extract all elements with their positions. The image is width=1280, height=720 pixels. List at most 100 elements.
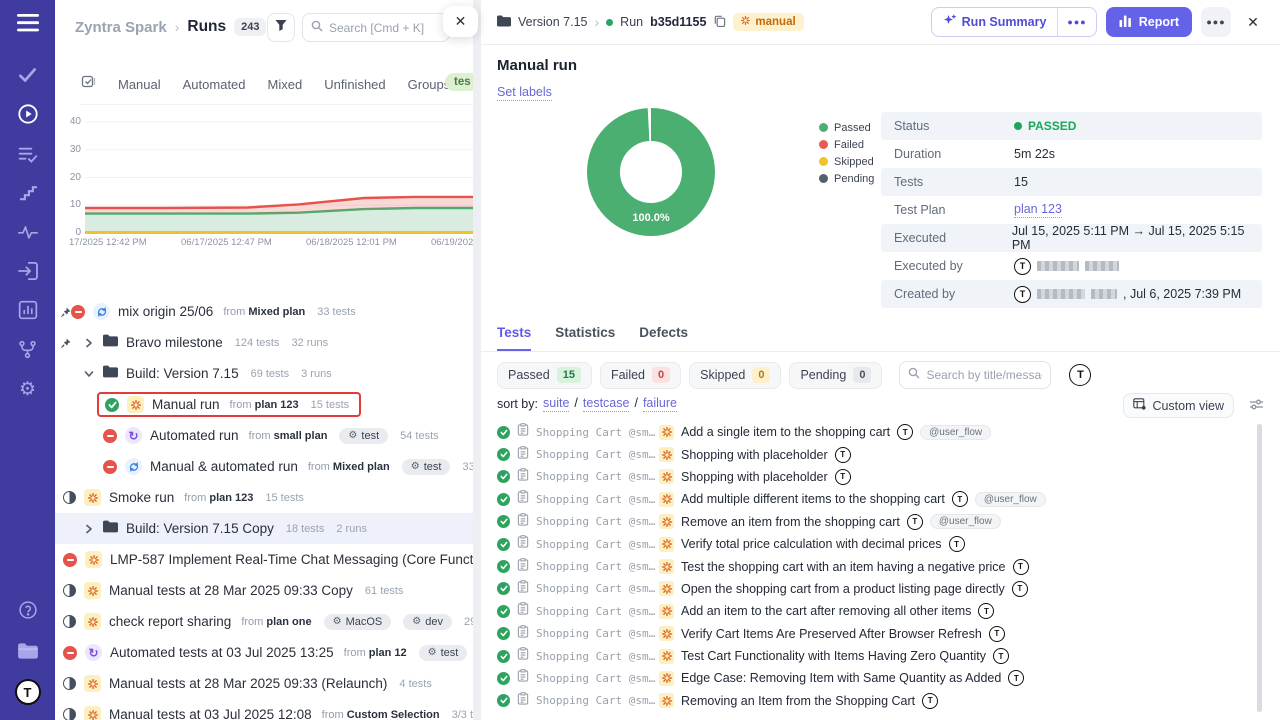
run-title[interactable]: Manual & automated run (150, 459, 298, 474)
copy-icon[interactable] (713, 14, 726, 30)
assignee-avatar[interactable]: T (952, 491, 968, 507)
run-group-row[interactable]: Bravo milestone124 tests32 runs (55, 327, 473, 358)
filter-chip-failed[interactable]: Failed0 (600, 362, 681, 389)
runs-tab-unfinished[interactable]: Unfinished (324, 77, 385, 92)
assignee-avatar[interactable]: T (978, 603, 994, 619)
filter-chip-pending[interactable]: Pending0 (789, 362, 882, 389)
run-title[interactable]: Build: Version 7.15 (126, 366, 239, 381)
test-title[interactable]: Test the shopping cart with an item havi… (681, 560, 1006, 574)
tab-defects[interactable]: Defects (639, 325, 688, 351)
assignee-avatar[interactable]: T (989, 626, 1005, 642)
assignee-avatar[interactable]: T (922, 693, 938, 709)
filter-button[interactable] (267, 13, 295, 42)
run-title[interactable]: mix origin 25/06 (118, 304, 213, 319)
runs-search-input[interactable] (329, 21, 441, 35)
test-row[interactable]: Shopping Cart @sm…Add multiple different… (497, 488, 1250, 510)
sidebar-enter-icon[interactable] (0, 254, 55, 288)
test-title[interactable]: Add an item to the cart after removing a… (681, 604, 971, 618)
close-detail-button[interactable]: ✕ (1240, 9, 1266, 35)
report-button[interactable]: Report (1106, 7, 1192, 37)
run-title[interactable]: Manual tests at 28 Mar 2025 09:33 Copy (109, 583, 353, 598)
run-group-row[interactable]: Build: Version 7.15 Copy18 tests2 runs (55, 513, 473, 544)
sidebar-menu-icon[interactable] (0, 6, 55, 40)
project-name[interactable]: Zyntra Spark (75, 19, 167, 36)
run-title[interactable]: Manual run (152, 397, 220, 412)
filter-chip-passed[interactable]: Passed15 (497, 362, 592, 389)
sidebar-user-avatar[interactable]: T (0, 675, 55, 709)
test-row[interactable]: Shopping Cart @sm…Test the shopping cart… (497, 555, 1250, 577)
run-row[interactable]: Smoke runfrom plan 12315 tests (55, 482, 473, 513)
test-title[interactable]: Verify Cart Items Are Preserved After Br… (681, 627, 982, 641)
test-row[interactable]: Shopping Cart @sm…Removing an Item from … (497, 690, 1250, 712)
run-title[interactable]: Bravo milestone (126, 335, 223, 350)
test-title[interactable]: Shopping with placeholder (681, 470, 828, 484)
test-plan-link[interactable]: plan 123 (1014, 202, 1062, 218)
test-title[interactable]: Add a single item to the shopping cart (681, 425, 890, 439)
assignee-avatar[interactable]: T (993, 648, 1009, 664)
test-title[interactable]: Shopping with placeholder (681, 448, 828, 462)
run-row[interactable]: Manual tests at 28 Mar 2025 09:33 (Relau… (55, 668, 473, 699)
assignee-avatar[interactable]: T (835, 469, 851, 485)
run-title[interactable]: Automated tests at 03 Jul 2025 13:25 (110, 645, 334, 660)
assignee-filter-avatar[interactable]: T (1069, 364, 1091, 386)
test-title[interactable]: Edge Case: Removing Item with Same Quant… (681, 671, 1001, 685)
sort-link-suite[interactable]: suite (543, 396, 569, 412)
test-row[interactable]: Shopping Cart @sm…Verify total price cal… (497, 533, 1250, 555)
test-row[interactable]: Shopping Cart @sm…Add a single item to t… (497, 421, 1250, 443)
test-title[interactable]: Remove an item from the shopping cart (681, 515, 900, 529)
tag-filter-badge[interactable]: tes (445, 73, 473, 91)
run-title[interactable]: Manual tests at 28 Mar 2025 09:33 (Relau… (109, 676, 387, 691)
test-row[interactable]: Shopping Cart @sm…Remove an item from th… (497, 511, 1250, 533)
tab-tests[interactable]: Tests (497, 325, 531, 351)
sidebar-list-check-icon[interactable] (0, 137, 55, 171)
sort-link-testcase[interactable]: testcase (583, 396, 630, 412)
run-summary-button[interactable]: Run Summary (932, 8, 1058, 36)
run-row[interactable]: Manual & automated runfrom Mixed plan⚙te… (55, 451, 473, 482)
test-title[interactable]: Add multiple different items to the shop… (681, 492, 945, 506)
assignee-avatar[interactable]: T (897, 424, 913, 440)
chevron-right-icon[interactable] (83, 524, 95, 534)
test-title[interactable]: Test Cart Functionality with Items Havin… (681, 649, 986, 663)
run-title[interactable]: LMP-587 Implement Real-Time Chat Messagi… (110, 552, 473, 567)
sort-link-failure[interactable]: failure (643, 396, 677, 412)
run-row[interactable]: ↻Automated runfrom small plan⚙test54 tes… (55, 420, 473, 451)
test-row[interactable]: Shopping Cart @sm…Shopping with placehol… (497, 443, 1250, 465)
sidebar-activity-icon[interactable] (0, 215, 55, 249)
select-runs-icon[interactable] (81, 74, 96, 94)
runs-tab-mixed[interactable]: Mixed (268, 77, 303, 92)
sidebar-gear-icon[interactable]: ⚙ (0, 372, 55, 406)
run-group-row[interactable]: Build: Version 7.1569 tests3 runs (55, 358, 473, 389)
sidebar-folder-icon[interactable] (0, 634, 55, 668)
assignee-avatar[interactable]: T (1012, 581, 1028, 597)
test-title[interactable]: Removing an Item from the Shopping Cart (681, 694, 915, 708)
sidebar-check-icon[interactable] (0, 58, 55, 92)
test-row[interactable]: Shopping Cart @sm…Add an item to the car… (497, 600, 1250, 622)
sidebar-steps-icon[interactable] (0, 176, 55, 210)
test-row[interactable]: Shopping Cart @sm…Verify Cart Items Are … (497, 623, 1250, 645)
run-summary-more-button[interactable]: ●●● (1057, 8, 1095, 36)
runs-tab-automated[interactable]: Automated (183, 77, 246, 92)
close-panel-button[interactable]: ✕ (443, 6, 478, 37)
sidebar-help-icon[interactable] (0, 593, 55, 627)
more-actions-button[interactable]: ●●● (1201, 7, 1231, 37)
chevron-down-icon[interactable] (83, 370, 95, 378)
assignee-avatar[interactable]: T (1008, 670, 1024, 686)
run-row[interactable]: check report sharingfrom plan one⚙MacOS⚙… (55, 606, 473, 637)
test-row[interactable]: Shopping Cart @sm…Open the shopping cart… (497, 578, 1250, 600)
assignee-avatar[interactable]: T (907, 514, 923, 530)
runs-tab-manual[interactable]: Manual (118, 77, 161, 92)
chevron-right-icon[interactable] (83, 338, 95, 348)
sidebar-branch-icon[interactable] (0, 332, 55, 366)
tests-search-input[interactable] (926, 368, 1042, 382)
custom-view-button[interactable]: Custom view (1123, 393, 1234, 418)
run-row[interactable]: Manual tests at 03 Jul 2025 12:08from Cu… (55, 699, 473, 720)
set-labels-link[interactable]: Set labels (497, 85, 552, 101)
test-row[interactable]: Shopping Cart @sm…Test Cart Functionalit… (497, 645, 1250, 667)
run-title[interactable]: Automated run (150, 428, 239, 443)
run-title[interactable]: Manual tests at 03 Jul 2025 12:08 (109, 707, 312, 720)
view-settings-icon[interactable] (1249, 398, 1264, 416)
run-row[interactable]: LMP-587 Implement Real-Time Chat Messagi… (55, 544, 473, 575)
runs-tab-groups[interactable]: Groups (408, 77, 451, 92)
run-row[interactable]: ↻Automated tests at 03 Jul 2025 13:25fro… (55, 637, 473, 668)
sidebar-chart-panel-icon[interactable] (0, 293, 55, 327)
